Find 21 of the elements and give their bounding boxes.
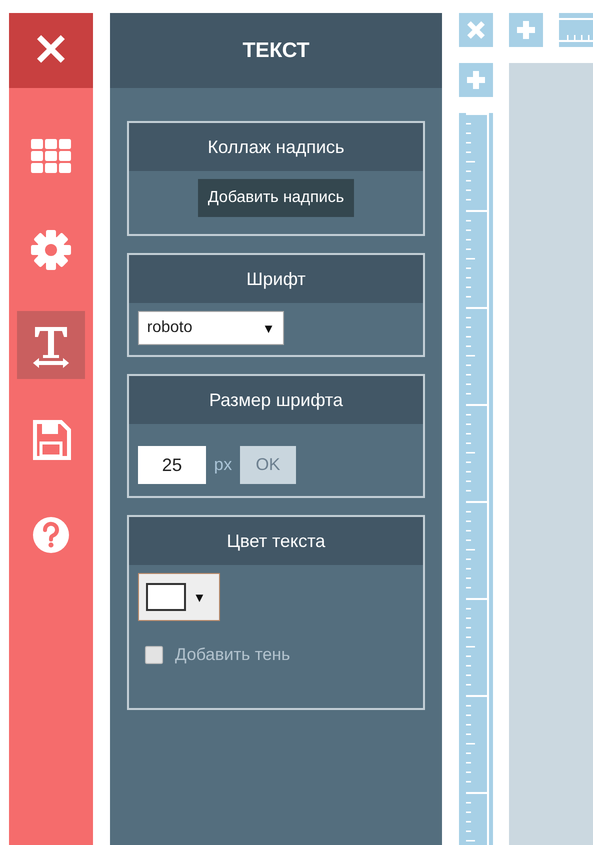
section-title: Коллаж надпись: [129, 123, 423, 171]
panel-title: ТЕКСТ: [110, 13, 442, 88]
checkbox-label: Добавить тень: [175, 645, 290, 665]
plus-icon: [516, 20, 536, 40]
horizontal-ruler: [559, 13, 593, 47]
add-button[interactable]: [509, 13, 543, 47]
close-icon: [466, 20, 486, 40]
add-button[interactable]: [459, 63, 493, 97]
section-title: Цвет текста: [129, 517, 423, 565]
close-button[interactable]: [459, 13, 493, 47]
font-size-input[interactable]: 25: [138, 446, 206, 484]
close-button[interactable]: ✕: [9, 13, 93, 88]
add-caption-button[interactable]: Добавить надпись: [198, 179, 354, 217]
shadow-checkbox[interactable]: [145, 646, 163, 664]
font-select[interactable]: roboto ▼: [138, 311, 284, 345]
section-title: Шрифт: [129, 255, 423, 303]
section-title: Размер шрифта: [129, 376, 423, 424]
unit-label: px: [214, 455, 232, 475]
color-picker[interactable]: ▼: [138, 573, 220, 621]
sidebar-item[interactable]: [17, 311, 85, 379]
plus-icon: [466, 70, 486, 90]
